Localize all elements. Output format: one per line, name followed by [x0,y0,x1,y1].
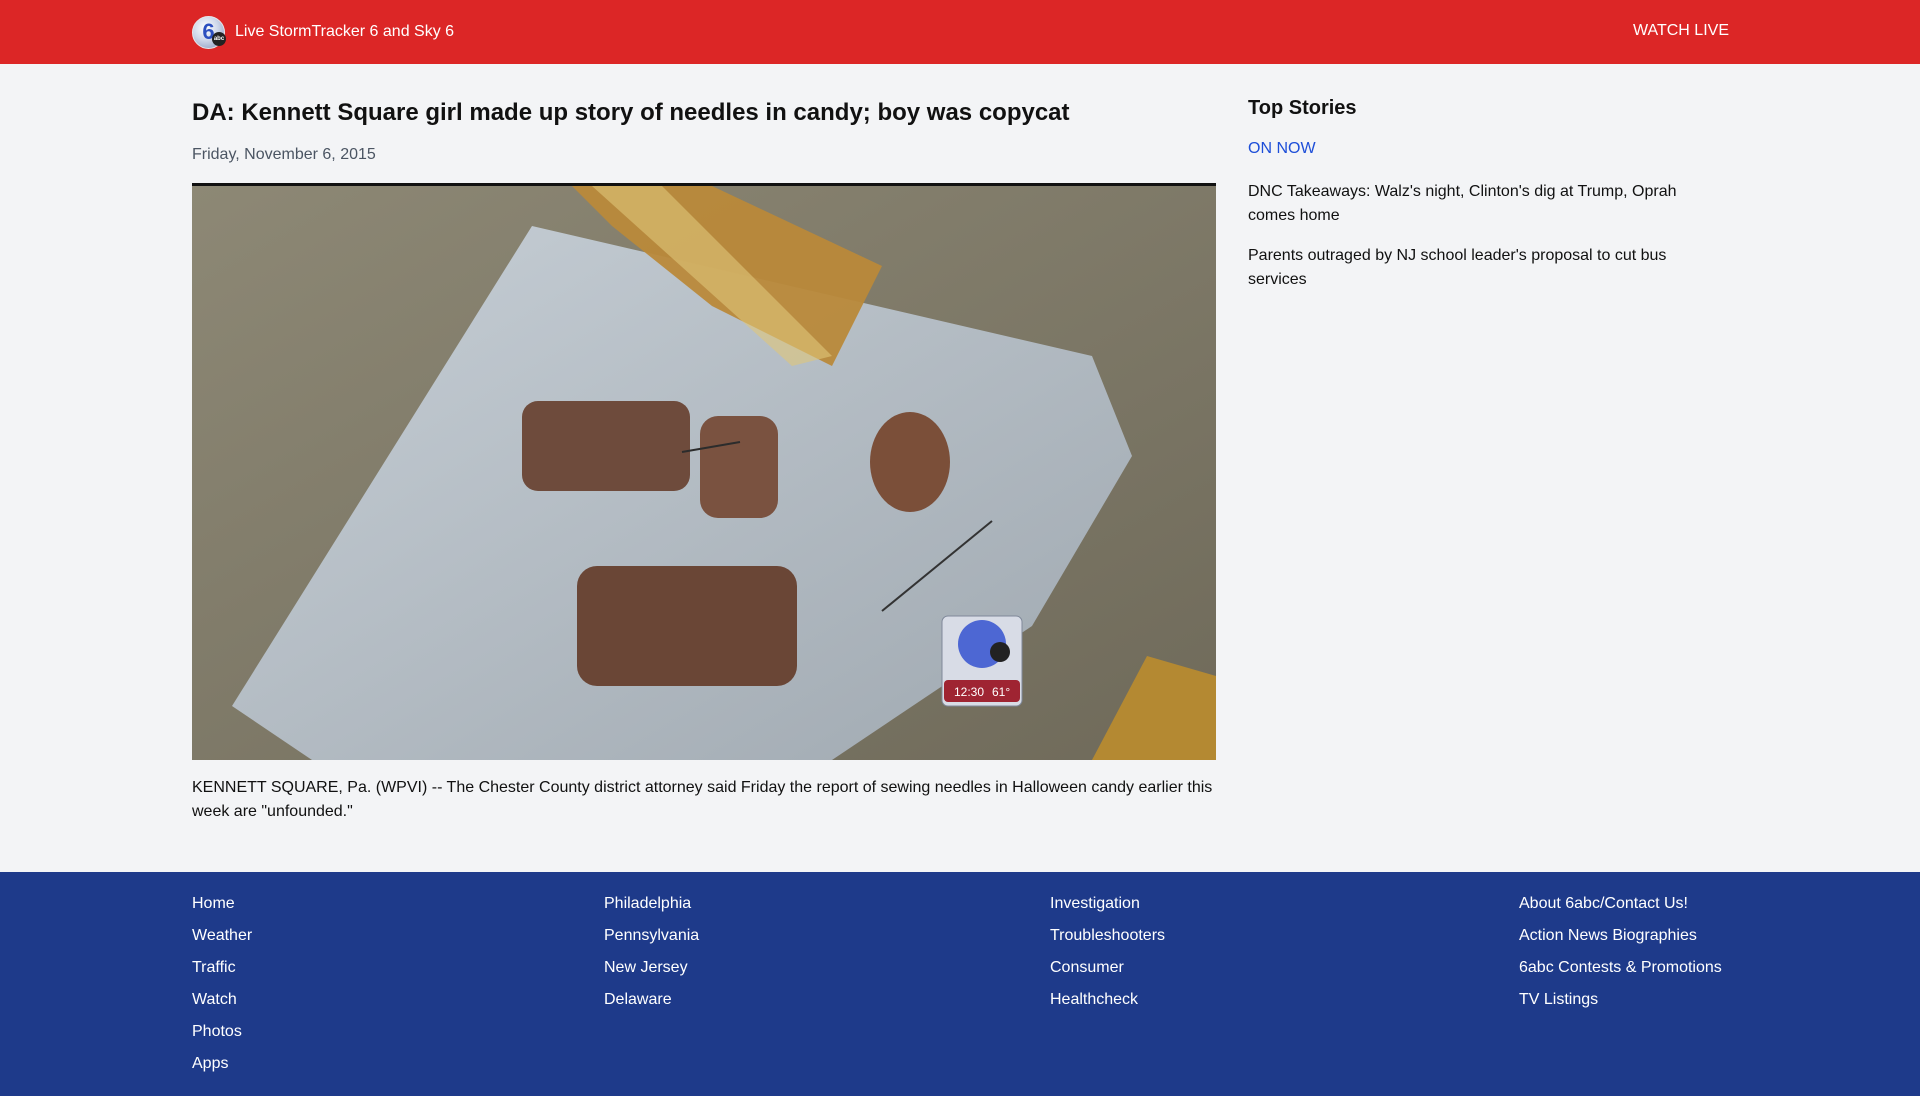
list-item: About 6abc/Contact Us! [1519,888,1722,920]
brand-title: Live StormTracker 6 and Sky 6 [235,23,455,40]
list-item: TV Listings [1519,984,1722,1016]
list-item: Troubleshooters [1050,920,1165,952]
article-hero-image: 12:30 61° [192,183,1216,760]
footer-column-sections: Home Weather Traffic Watch Photos Apps [192,888,252,1080]
list-item: Weather [192,920,252,952]
list-item: Healthcheck [1050,984,1165,1016]
footer-link-investigation[interactable]: Investigation [1050,895,1140,912]
list-item: Consumer [1050,952,1165,984]
footer-link-pennsylvania[interactable]: Pennsylvania [604,927,699,944]
station-bug-icon: 12:30 61° [941,615,1023,707]
list-item: Traffic [192,952,252,984]
top-stories-list: DNC Takeaways: Walz's night, Clinton's d… [1248,180,1708,308]
6abc-logo-icon: 6 abc [192,15,226,49]
footer-link-tv-listings[interactable]: TV Listings [1519,991,1598,1008]
watch-live-link[interactable]: WATCH LIVE [1633,22,1729,40]
list-item: Apps [192,1048,252,1080]
article-headline: DA: Kennett Square girl made up story of… [192,99,1070,126]
footer-link-photos[interactable]: Photos [192,1023,242,1040]
list-item: Investigation [1050,888,1165,920]
footer-link-philadelphia[interactable]: Philadelphia [604,895,691,912]
footer-link-delaware[interactable]: Delaware [604,991,672,1008]
footer-column-investigations: Investigation Troubleshooters Consumer H… [1050,888,1165,1016]
list-item: DNC Takeaways: Walz's night, Clinton's d… [1248,180,1708,228]
footer-column-regions: Philadelphia Pennsylvania New Jersey Del… [604,888,699,1016]
footer-column-station: About 6abc/Contact Us! Action News Biogr… [1519,888,1722,1016]
list-item: Home [192,888,252,920]
footer-link-about-contact[interactable]: About 6abc/Contact Us! [1519,895,1688,912]
footer-link-biographies[interactable]: Action News Biographies [1519,927,1697,944]
list-item: Delaware [604,984,699,1016]
footer-link-new-jersey[interactable]: New Jersey [604,959,688,976]
list-item: 6abc Contests & Promotions [1519,952,1722,984]
footer-link-apps[interactable]: Apps [192,1055,228,1072]
list-item: Action News Biographies [1519,920,1722,952]
footer-link-healthcheck[interactable]: Healthcheck [1050,991,1138,1008]
list-item: Pennsylvania [604,920,699,952]
footer-link-watch[interactable]: Watch [192,991,237,1008]
home-link[interactable]: 6 abc Live StormTracker 6 and Sky 6 [192,15,455,49]
list-item: Watch [192,984,252,1016]
story-link[interactable]: Parents outraged by NJ school leader's p… [1248,247,1666,288]
list-item: New Jersey [604,952,699,984]
footer-link-troubleshooters[interactable]: Troubleshooters [1050,927,1165,944]
footer-link-consumer[interactable]: Consumer [1050,959,1124,976]
footer-link-traffic[interactable]: Traffic [192,959,236,976]
list-item: Philadelphia [604,888,699,920]
station-bug-temp: 61° [992,685,1010,699]
site-footer: Home Weather Traffic Watch Photos Apps P… [0,872,1920,1096]
article-date: Friday, November 6, 2015 [192,146,376,163]
top-stories-heading: Top Stories [1248,97,1357,119]
candy-needles-photo: 12:30 61° [192,186,1216,760]
top-navigation-bar: 6 abc Live StormTracker 6 and Sky 6 WATCH… [0,0,1920,64]
article-body: KENNETT SQUARE, Pa. (WPVI) -- The Cheste… [192,779,1213,820]
station-bug-time: 12:30 [954,685,984,699]
list-item: Photos [192,1016,252,1048]
footer-link-home[interactable]: Home [192,895,235,912]
footer-link-weather[interactable]: Weather [192,927,252,944]
on-now-link[interactable]: ON NOW [1248,140,1316,158]
list-item: Parents outraged by NJ school leader's p… [1248,244,1708,292]
story-link[interactable]: DNC Takeaways: Walz's night, Clinton's d… [1248,183,1677,224]
footer-link-contests[interactable]: 6abc Contests & Promotions [1519,959,1722,976]
